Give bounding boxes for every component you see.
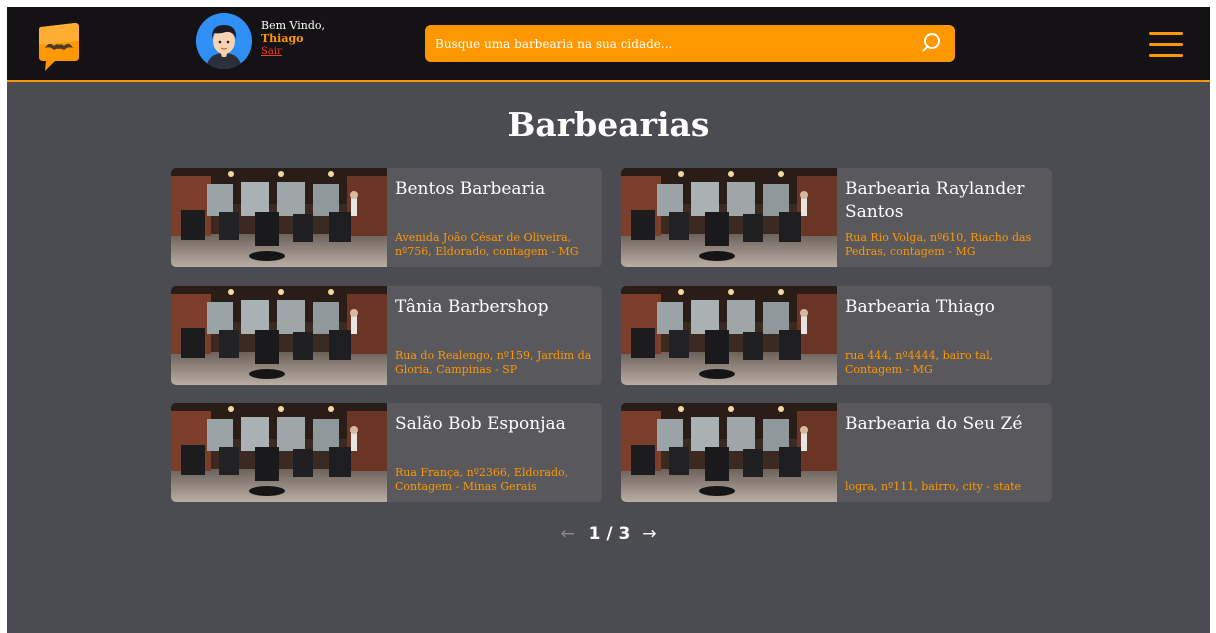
barbershop-card[interactable]: Bentos Barbearia Avenida João César de O… — [171, 168, 602, 267]
search-bar — [425, 25, 955, 62]
barbershop-card[interactable]: Salão Bob Esponjaa Rua França, nº2366, E… — [171, 403, 602, 502]
barbershop-name: Barbearia do Seu Zé — [845, 414, 1023, 434]
barbershop-photo — [621, 168, 837, 267]
welcome-block: Bem Vindo, Thiago Sair — [261, 19, 325, 58]
arrow-left-icon[interactable]: ← — [560, 524, 574, 544]
barbershop-address: Rua Rio Volga, nº610, Riacho das Pedras,… — [845, 231, 1032, 258]
barbershop-photo — [171, 286, 387, 385]
barbershop-card[interactable]: Tânia Barbershop Rua do Realengo, nº159,… — [171, 286, 602, 385]
search-icon[interactable] — [921, 31, 945, 55]
barbershop-name: Tânia Barbershop — [395, 297, 549, 317]
barbershop-address: Rua França, nº2366, Eldorado, Contagem -… — [395, 466, 569, 493]
barbershop-name: Barbearia Thiago — [845, 297, 995, 317]
barbershop-card[interactable]: Barbearia do Seu Zé logra, nº111, bairro… — [621, 403, 1052, 502]
greeting-text: Bem Vindo, — [261, 19, 326, 32]
barbershop-card[interactable]: Barbearia Raylander Santos Rua Rio Volga… — [621, 168, 1052, 267]
username-text: Thiago — [261, 32, 304, 45]
barbershop-name: Barbearia Raylander Santos — [845, 179, 1025, 222]
avatar[interactable] — [196, 13, 252, 69]
barbershop-photo — [171, 403, 387, 502]
barbershop-address: logra, nº111, bairro, city - state — [845, 480, 1022, 493]
arrow-right-icon[interactable]: → — [642, 524, 656, 544]
barbershop-address: rua 444, nº4444, bairo tal, Contagem - M… — [845, 349, 994, 376]
pagination: ← 1 / 3 → — [7, 524, 1210, 544]
app-root: Bem Vindo, Thiago Sair Barbearias Bentos… — [7, 7, 1210, 633]
logo-icon[interactable] — [35, 21, 81, 73]
barbershop-card[interactable]: Barbearia Thiago rua 444, nº4444, bairo … — [621, 286, 1052, 385]
barbershop-address: Rua do Realengo, nº159, Jardim da Gloria… — [395, 349, 592, 376]
barbershop-photo — [171, 168, 387, 267]
page-title: Barbearias — [507, 105, 710, 144]
search-input[interactable] — [425, 25, 905, 62]
page-indicator: 1 / 3 — [588, 524, 631, 544]
hamburger-menu-icon[interactable] — [1149, 32, 1183, 58]
barbershop-photo — [621, 286, 837, 385]
barbershop-name: Bentos Barbearia — [395, 179, 546, 199]
barbershop-address: Avenida João César de Oliveira, nº756, E… — [395, 231, 579, 258]
barbershop-photo — [621, 403, 837, 502]
barbershop-name: Salão Bob Esponjaa — [395, 414, 566, 434]
topbar: Bem Vindo, Thiago Sair — [7, 7, 1210, 82]
logout-link[interactable]: Sair — [261, 45, 325, 58]
